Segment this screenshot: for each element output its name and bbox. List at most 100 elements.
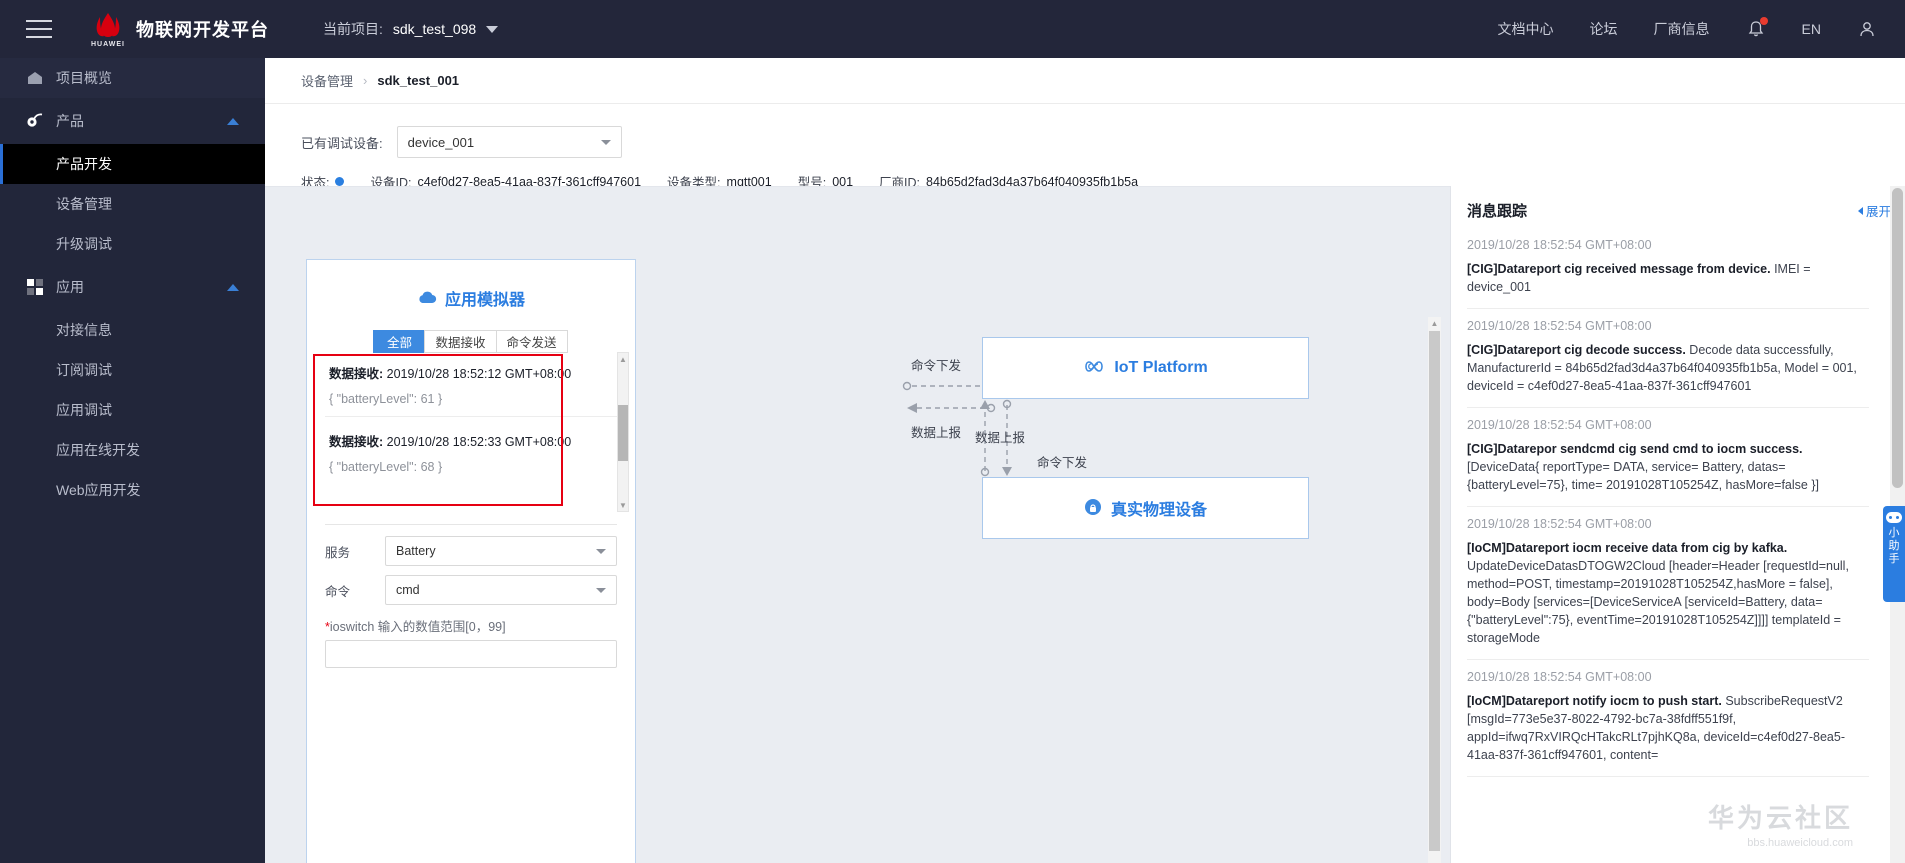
trace-item-time: 2019/10/28 18:52:54 GMT+08:00: [1467, 319, 1652, 333]
tab-data-receive[interactable]: 数据接收: [424, 330, 497, 353]
trace-item-rest: UpdateDeviceDatasDTOGW2Cloud [header=Hea…: [1467, 559, 1849, 645]
menu-toggle-icon[interactable]: [0, 0, 78, 58]
language-switch[interactable]: EN: [1802, 21, 1821, 37]
trace-item-body: [CIG]Datareport cig received message fro…: [1467, 260, 1869, 296]
home-icon: [26, 69, 44, 87]
log-entry-body: { "batteryLevel": 68 }: [329, 460, 443, 474]
infinity-icon: [1083, 359, 1105, 377]
trace-item: 2019/10/28 18:52:54 GMT+08:00 [IoCM]Data…: [1467, 660, 1869, 777]
trace-item-time: 2019/10/28 18:52:54 GMT+08:00: [1467, 517, 1652, 531]
current-project-value: sdk_test_098: [392, 21, 477, 37]
trace-item: 2019/10/28 18:52:54 GMT+08:00 [CIG]Datar…: [1467, 309, 1869, 408]
command-value-input[interactable]: [325, 640, 617, 668]
command-label: 命令: [325, 584, 351, 599]
chevron-down-icon[interactable]: [486, 25, 499, 33]
stage-scrollbar[interactable]: ▲ ▼: [1428, 317, 1441, 863]
breadcrumb-parent[interactable]: 设备管理: [301, 71, 353, 90]
sidebar-group-product-label: 产品: [56, 113, 84, 129]
physical-device-node: 真实物理设备: [982, 477, 1309, 539]
chevron-down-icon-command: [596, 587, 606, 593]
simulator-log-list: 数据接收: 2019/10/28 18:52:12 GMT+08:00 { "b…: [325, 357, 617, 517]
trace-item-body: [IoCM]Datareport iocm receive data from …: [1467, 539, 1869, 647]
breadcrumb: 设备管理 › sdk_test_001: [265, 58, 1905, 104]
sidebar-item-integration-info[interactable]: 对接信息: [0, 310, 265, 350]
nav-doc-center[interactable]: 文档中心: [1498, 19, 1554, 39]
log-entry-time: 2019/10/28 18:52:12 GMT+08:00: [386, 367, 572, 381]
status-badge: [335, 177, 345, 186]
main-content: 设备管理 › sdk_test_001 已有调试设备: device_001 实…: [265, 58, 1905, 863]
stage-scroll-up-icon[interactable]: ▲: [1428, 317, 1441, 330]
cloud-icon: [417, 290, 437, 307]
sidebar-item-upgrade-debug-label: 升级调试: [56, 236, 112, 252]
expand-toggle[interactable]: 展开: [1857, 201, 1891, 220]
log-entry: 数据接收: 2019/10/28 18:52:12 GMT+08:00 { "b…: [325, 357, 617, 416]
sidebar: 项目概览 产品 产品开发 设备管理 升级调试 应用 对接信息 订阅调试 应用调试…: [0, 58, 265, 863]
sidebar-item-subscribe-debug[interactable]: 订阅调试: [0, 350, 265, 390]
sidebar-item-overview[interactable]: 项目概览: [0, 58, 265, 98]
iot-platform-node: IoT Platform: [982, 337, 1309, 399]
message-trace-list[interactable]: 2019/10/28 18:52:54 GMT+08:00 [CIG]Datar…: [1451, 228, 1891, 863]
trace-item-body: [CIG]Datarepor sendcmd cig send cmd to i…: [1467, 440, 1869, 494]
service-row: 服务 Battery: [325, 536, 617, 566]
tab-command-send-label: 命令发送: [506, 336, 557, 350]
sidebar-item-app-online-dev-label: 应用在线开发: [56, 442, 140, 458]
product-icon: [26, 112, 44, 130]
debug-device-select[interactable]: device_001: [396, 126, 622, 158]
trace-item-body: [CIG]Datareport cig decode success. Deco…: [1467, 341, 1869, 395]
sidebar-item-app-online-dev[interactable]: 应用在线开发: [0, 430, 265, 470]
sidebar-item-app-debug[interactable]: 应用调试: [0, 390, 265, 430]
assistant-widget[interactable]: 小助手: [1883, 506, 1905, 602]
message-trace-title: 消息跟踪: [1467, 203, 1528, 220]
trace-item-body: [IoCM]Datareport notify iocm to push sta…: [1467, 692, 1869, 764]
assistant-label: 小助手: [1888, 527, 1900, 565]
current-project-label: 当前项目:: [323, 21, 383, 37]
notification-bell-icon[interactable]: [1746, 17, 1768, 39]
sidebar-group-product[interactable]: 产品: [0, 98, 265, 144]
iot-platform-node-label: IoT Platform: [1114, 359, 1208, 376]
input-hint-text: ioswitch 输入的数值范围[0，99]: [329, 620, 506, 634]
app-root: HUAWEI 物联网开发平台 当前项目: sdk_test_098 文档中心 论…: [0, 0, 1905, 863]
sidebar-item-product-dev[interactable]: 产品开发: [0, 144, 265, 184]
user-avatar-icon[interactable]: [1857, 19, 1877, 39]
stage-scroll-thumb[interactable]: [1429, 331, 1440, 851]
trace-item-rest: [DeviceData{ reportType= DATA, service= …: [1467, 460, 1819, 492]
breadcrumb-separator-icon: ›: [363, 73, 368, 88]
trace-item: 2019/10/28 18:52:54 GMT+08:00 [CIG]Datar…: [1467, 228, 1869, 309]
trace-item-bold: [CIG]Datareport cig received message fro…: [1467, 262, 1771, 276]
sidebar-group-application[interactable]: 应用: [0, 264, 265, 310]
current-project: 当前项目: sdk_test_098: [323, 19, 499, 39]
nav-forum[interactable]: 论坛: [1590, 19, 1618, 39]
tab-data-receive-label: 数据接收: [435, 336, 486, 350]
scroll-down-icon[interactable]: ▼: [618, 499, 628, 511]
trace-item-time: 2019/10/28 18:52:54 GMT+08:00: [1467, 418, 1652, 432]
sidebar-item-subscribe-debug-label: 订阅调试: [56, 362, 112, 378]
service-select-value: Battery: [396, 544, 436, 558]
trace-item-bold: [IoCM]Datareport notify iocm to push sta…: [1467, 694, 1722, 708]
brand: HUAWEI 物联网开发平台: [78, 11, 269, 48]
sidebar-item-app-debug-label: 应用调试: [56, 402, 112, 418]
sidebar-item-upgrade-debug[interactable]: 升级调试: [0, 224, 265, 264]
trace-item: 2019/10/28 18:52:54 GMT+08:00 [CIG]Datar…: [1467, 408, 1869, 507]
platform-title: 物联网开发平台: [136, 20, 269, 40]
scroll-up-icon[interactable]: ▲: [618, 353, 628, 365]
sidebar-item-overview-label: 项目概览: [56, 70, 112, 86]
trace-item-bold: [IoCM]Datareport iocm receive data from …: [1467, 541, 1788, 555]
tab-command-send[interactable]: 命令发送: [495, 330, 568, 353]
sidebar-item-integration-info-label: 对接信息: [56, 322, 112, 338]
trace-item-bold: [CIG]Datareport cig decode success.: [1467, 343, 1686, 357]
sidebar-item-web-app-dev[interactable]: Web应用开发: [0, 470, 265, 510]
chevron-down-icon-service: [596, 548, 606, 554]
command-select[interactable]: cmd: [385, 575, 617, 605]
simulator-log-scrollbar[interactable]: ▲ ▼: [617, 352, 629, 512]
tab-all[interactable]: 全部: [373, 330, 426, 353]
debug-device-select-value: device_001: [407, 134, 475, 150]
service-select[interactable]: Battery: [385, 536, 617, 566]
page-scroll-thumb[interactable]: [1892, 188, 1903, 488]
nav-vendor-info[interactable]: 厂商信息: [1654, 19, 1710, 39]
scroll-thumb[interactable]: [618, 405, 628, 461]
app-simulator-title-text: 应用模拟器: [444, 292, 525, 309]
sidebar-item-product-dev-label: 产品开发: [56, 156, 112, 172]
sidebar-item-device-mgmt-label: 设备管理: [56, 196, 112, 212]
command-select-value: cmd: [396, 583, 420, 597]
sidebar-item-device-mgmt[interactable]: 设备管理: [0, 184, 265, 224]
